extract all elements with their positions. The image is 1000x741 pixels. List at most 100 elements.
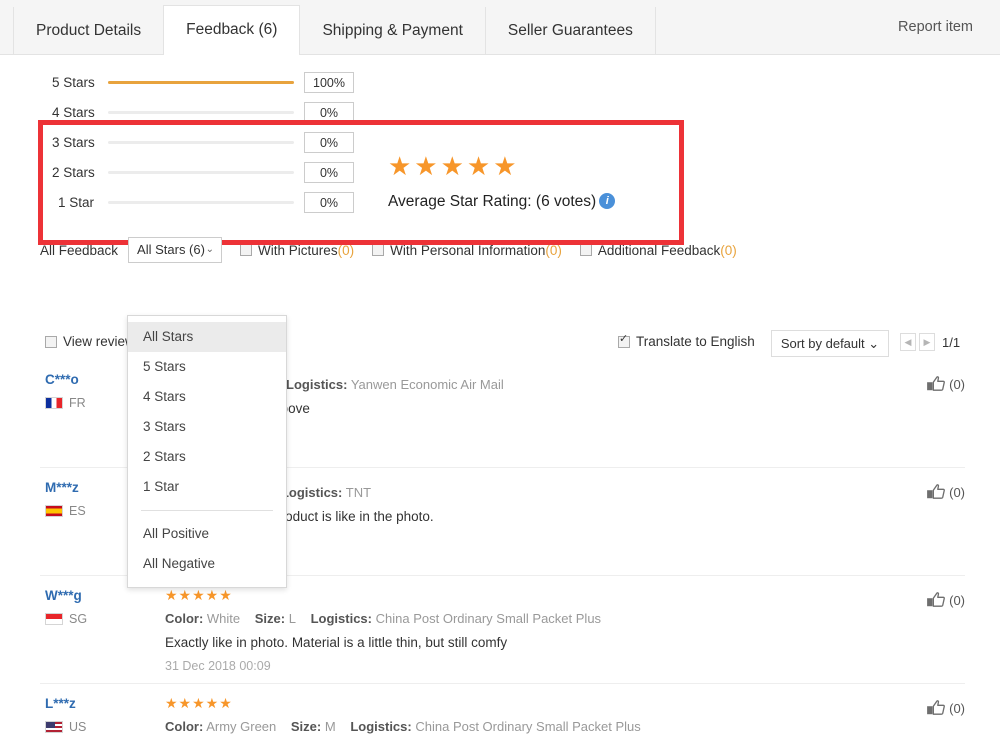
review-attributes: Color: Army Green Size: M Logistics: Chi… (165, 719, 875, 734)
prev-page-button[interactable]: ◀ (900, 333, 916, 351)
filter-with-pictures-count: (0) (337, 242, 355, 258)
checkbox-view-review[interactable] (45, 335, 57, 348)
review-like-button[interactable]: (0) (927, 376, 965, 392)
tab-list: Product Details Feedback (6) Shipping & … (13, 5, 656, 56)
dropdown-divider (141, 510, 273, 511)
review-size-value: M (324, 719, 336, 734)
feedback-page: Product Details Feedback (6) Shipping & … (0, 0, 1000, 741)
checkbox-translate[interactable] (618, 333, 630, 348)
checkbox-with-pictures[interactable] (240, 244, 253, 256)
review-color-label: Color: (165, 719, 204, 734)
review-logistics-label: Logistics: (280, 485, 343, 500)
rating-pct-2: 0% (304, 161, 354, 183)
sort-select[interactable]: Sort by default ⌄ (771, 330, 889, 357)
rating-bar-2 (108, 170, 294, 174)
sort-label: Sort by default (780, 336, 865, 351)
page-indicator: 1/1 (942, 334, 961, 350)
rating-pct-5: 100% (304, 71, 354, 93)
review-like-button[interactable]: (0) (927, 700, 965, 716)
review-like-count: (0) (949, 592, 965, 608)
reviewer-info: L***z US (45, 696, 155, 734)
chevron-down-icon-sort: ⌄ (868, 336, 880, 351)
checkbox-with-personal-info[interactable] (372, 244, 385, 256)
review-color-label: Color: (165, 611, 204, 626)
info-icon[interactable]: i (599, 193, 616, 209)
dropdown-item-3-stars[interactable]: 3 Stars (128, 412, 286, 442)
review-logistics-label: Logistics: (350, 719, 412, 734)
rating-label-1: 1 Star (58, 194, 95, 210)
filter-with-pictures-label: With Pictures (258, 242, 338, 258)
filter-additional-feedback[interactable]: Additional Feedback (0) (579, 242, 737, 258)
checkbox-additional-feedback[interactable] (579, 244, 592, 256)
flag-us-icon (45, 721, 63, 733)
rating-row-5[interactable]: 5 Stars 100% (40, 67, 700, 97)
rating-label-3: 3 Stars (52, 134, 95, 150)
review-color-value: Army Green (206, 719, 277, 734)
rating-label-4: 4 Stars (52, 104, 95, 120)
average-rating-block: ★★★★★ Average Star Rating: (6 votes) i (388, 153, 616, 211)
filter-with-personal-info-label: With Personal Information (390, 242, 546, 258)
dropdown-item-1-star[interactable]: 1 Star (128, 472, 286, 502)
dropdown-item-all-negative[interactable]: All Negative (128, 549, 286, 579)
review-size-label: Size: (254, 611, 286, 626)
tab-feedback[interactable]: Feedback (6) (163, 5, 301, 56)
review-logistics-label: Logistics: (310, 611, 372, 626)
review-like-button[interactable]: (0) (927, 592, 965, 608)
filter-with-personal-info[interactable]: With Personal Information (0) (372, 243, 562, 258)
report-item-link[interactable]: Report item (898, 0, 973, 55)
review-like-count: (0) (949, 376, 965, 392)
thumbs-up-icon (927, 376, 946, 391)
feedback-content: 5 Stars 100% 4 Stars 0% 3 Stars 0% 2 Sta… (0, 55, 1000, 741)
review-stars-icon: ★★★★★ (165, 587, 233, 603)
dropdown-item-all-positive[interactable]: All Positive (128, 519, 286, 549)
star-filter-select[interactable]: All Stars (6) ⌄ (128, 237, 223, 263)
review-body: ★★★★★ Color: White Size: L Logistics: Ch… (165, 586, 875, 673)
flag-fr-icon (45, 397, 63, 409)
rating-row-4[interactable]: 4 Stars 0% (40, 97, 700, 127)
review-item: W***g SG ★★★★★ Color: White Size: L Logi… (40, 576, 965, 684)
dropdown-item-all-stars[interactable]: All Stars (128, 322, 286, 352)
reviewer-country-code: SG (69, 612, 88, 626)
review-like-count: (0) (949, 700, 965, 716)
translate-to-english-toggle[interactable]: Translate to English (618, 333, 755, 349)
review-stars-icon: ★★★★★ (165, 695, 233, 711)
filter-with-pictures[interactable]: With Pictures (0) (240, 243, 354, 258)
dropdown-item-2-stars[interactable]: 2 Stars (128, 442, 286, 472)
review-logistics-value: China Post Ordinary Small Packet Plus (415, 719, 641, 734)
rating-pct-4: 0% (304, 101, 354, 123)
rating-pct-1: 0% (304, 191, 354, 213)
view-review-toggle[interactable]: View review (45, 334, 135, 349)
review-like-button[interactable]: (0) (927, 484, 965, 500)
view-review-label: View review (63, 334, 135, 349)
rating-bar-1 (108, 200, 294, 204)
rating-pct-3: 0% (304, 131, 354, 153)
all-feedback-label[interactable]: All Feedback (40, 243, 118, 258)
reviewer-name[interactable]: W***g (45, 588, 155, 603)
tab-seller-guarantees[interactable]: Seller Guarantees (484, 7, 656, 55)
flag-es-icon (45, 505, 63, 517)
review-date: 31 Dec 2018 00:09 (165, 659, 271, 673)
dropdown-item-4-stars[interactable]: 4 Stars (128, 382, 286, 412)
review-size-label: Size: (290, 719, 322, 734)
average-votes-count: (6 votes) (535, 193, 597, 210)
reviewer-country-code: US (69, 720, 87, 734)
rating-label-2: 2 Stars (52, 164, 95, 180)
average-rating-text: Average Star Rating: (6 votes) i (388, 193, 616, 211)
filter-additional-feedback-label: Additional Feedback (597, 242, 721, 258)
dropdown-item-5-stars[interactable]: 5 Stars (128, 352, 286, 382)
reviewer-country-code: ES (69, 504, 86, 518)
reviewer-name[interactable]: L***z (45, 696, 155, 711)
review-like-count: (0) (949, 484, 965, 500)
reviewer-info: W***g SG (45, 588, 155, 626)
review-logistics-value: Yanwen Economic Air Mail (350, 377, 504, 392)
filter-additional-feedback-count: (0) (720, 242, 737, 258)
flag-sg-icon (45, 613, 63, 625)
next-page-button[interactable]: ▶ (919, 333, 935, 351)
tab-product-details[interactable]: Product Details (13, 7, 165, 55)
tab-shipping-payment[interactable]: Shipping & Payment (299, 7, 486, 55)
reviewer-country: US (45, 720, 155, 734)
star-filter-dropdown-menu[interactable]: All Stars 5 Stars 4 Stars 3 Stars 2 Star… (127, 315, 287, 588)
review-logistics-value: China Post Ordinary Small Packet Plus (375, 611, 602, 626)
review-text: Exactly like in photo. Material is a lit… (165, 635, 508, 650)
review-body: ★★★★★ Color: Army Green Size: M Logistic… (165, 694, 875, 741)
